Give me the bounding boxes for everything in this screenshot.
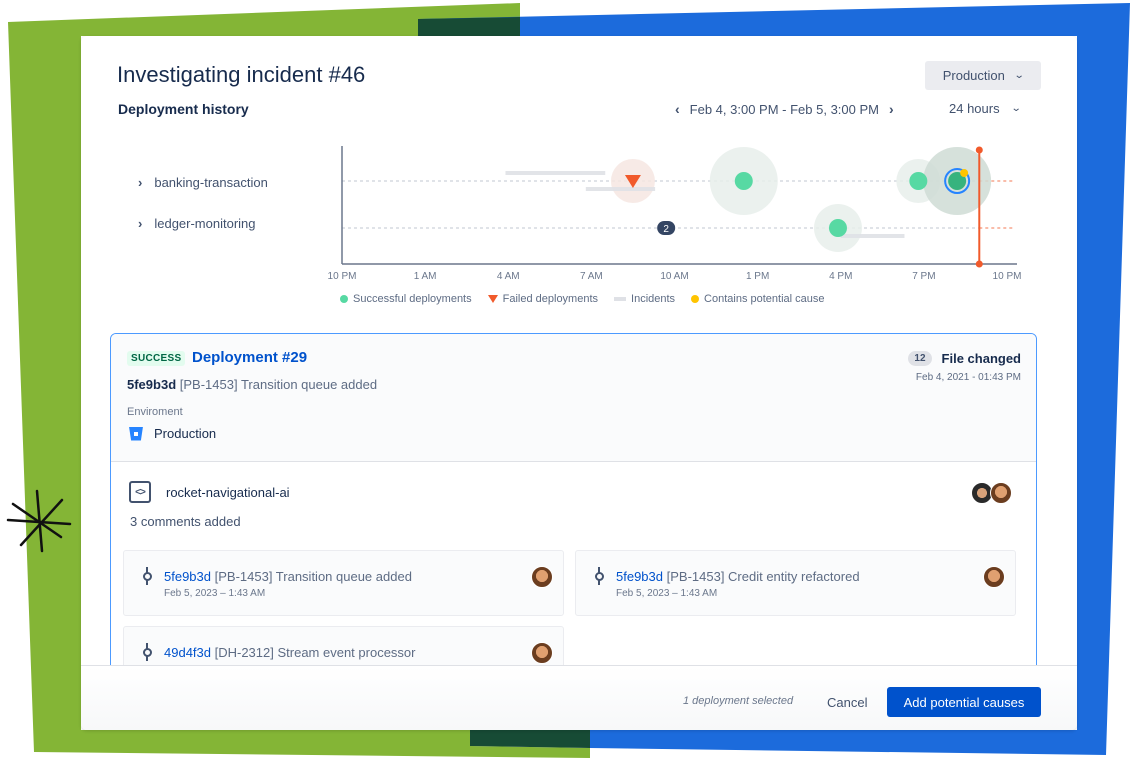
commit-card[interactable]: 5fe9b3d [PB-1453] Credit entity refactor…: [575, 550, 1016, 616]
status-badge: SUCCESS: [127, 351, 186, 366]
commit-date: Feb 5, 2023 – 1:43 AM: [164, 588, 266, 599]
x-tick-label: 4 PM: [829, 271, 852, 282]
deployment-summary: SUCCESS Deployment #29 5fe9b3d [PB-1453]…: [111, 334, 1036, 462]
dark-overlap-top: [418, 17, 520, 36]
x-tick-label: 10 PM: [328, 271, 357, 282]
commit-message: [DH-2312] Stream event processor: [211, 645, 416, 660]
deployment-success-point: [828, 219, 847, 237]
commit-message: [PB-1453] Transition queue added: [179, 377, 378, 392]
commit-card[interactable]: 5fe9b3d [PB-1453] Transition queue added…: [123, 550, 564, 616]
avatar: [531, 566, 553, 588]
x-tick-label: 10 AM: [660, 271, 688, 282]
incident-bar: [585, 187, 656, 191]
add-potential-causes-button[interactable]: Add potential causes: [887, 687, 1041, 717]
incident-bar-icon: [614, 297, 627, 301]
deployment-detail-panel[interactable]: SUCCESS Deployment #29 5fe9b3d [PB-1453]…: [110, 333, 1037, 693]
incident-bar: [840, 234, 905, 238]
deployment-commit: 5fe9b3d [PB-1453] Transition queue added: [127, 377, 377, 392]
potential-cause-dot-icon: [691, 295, 700, 303]
deployment-success-point: [909, 172, 928, 190]
deployment-chart: 10 PM 1 AM 4 AM 7 AM 10 AM 1 PM 4 PM 7 PM 10 PM 2: [328, 146, 1022, 282]
repository: <> rocket-navigational-ai: [129, 481, 290, 503]
repository-name: rocket-navigational-ai: [166, 484, 290, 500]
commit-hash-link[interactable]: 5fe9b3d: [616, 569, 663, 584]
files-changed-date: Feb 4, 2021 - 01:43 PM: [915, 372, 1021, 383]
success-dot-icon: [340, 295, 348, 303]
x-tick-label: 7 PM: [912, 271, 935, 282]
x-tick-label: 7 AM: [580, 271, 603, 282]
x-tick-label: 4 AM: [497, 271, 520, 282]
git-commit-icon: [142, 567, 152, 585]
current-time-top-dot: [975, 146, 983, 154]
legend-item-success: Successful deployments: [340, 293, 472, 305]
commit-message: [PB-1453] Transition queue added: [211, 569, 412, 584]
potential-cause-point: [960, 169, 969, 177]
commit-hash-link[interactable]: 5fe9b3d: [164, 569, 211, 584]
environment-label: Enviroment: [127, 406, 183, 418]
incident-modal: Investigating incident #46 Deployment hi…: [81, 36, 1077, 730]
failed-triangle-icon: [487, 295, 498, 303]
deployment-success-point: [734, 172, 753, 190]
avatar: [990, 482, 1012, 504]
legend-item-incidents: Incidents: [614, 293, 675, 305]
dark-overlap-bottom: [470, 730, 590, 748]
files-changed: 12 File changed: [908, 351, 1021, 366]
git-commit-icon: [142, 643, 152, 661]
x-tick-label: 10 PM: [993, 271, 1022, 282]
avatar: [531, 642, 553, 664]
cancel-button[interactable]: Cancel: [819, 688, 875, 717]
deployment-cluster-count: 2: [663, 224, 669, 235]
commit-hash-link[interactable]: 49d4f3d: [164, 645, 211, 660]
comments-count: 3 comments added: [130, 514, 241, 529]
x-tick-label: 1 AM: [414, 271, 437, 282]
code-icon: <>: [129, 481, 151, 503]
current-time-bottom-dot: [975, 260, 983, 268]
legend-item-failed: Failed deployments: [487, 293, 598, 305]
commit-date: Feb 5, 2023 – 1:43 AM: [616, 588, 718, 599]
x-tick-label: 1 PM: [746, 271, 769, 282]
files-changed-label: File changed: [941, 351, 1021, 366]
selection-status: 1 deployment selected: [683, 695, 794, 707]
git-commit-icon: [594, 567, 604, 585]
commit-message: [PB-1453] Credit entity refactored: [663, 569, 860, 584]
chart-legend: Successful deployments Failed deployment…: [340, 293, 825, 305]
bitbucket-icon: [129, 426, 143, 441]
legend-item-potential-cause: Contains potential cause: [691, 293, 825, 305]
environment-value: Production: [129, 426, 216, 441]
deployment-title-link[interactable]: Deployment #29: [192, 349, 307, 366]
avatar: [983, 566, 1005, 588]
incident-bar: [505, 171, 606, 175]
avatar-group: [971, 482, 1012, 504]
files-count-badge: 12: [908, 351, 932, 366]
commit-hash: 5fe9b3d: [127, 377, 177, 392]
modal-footer: 1 deployment selected Cancel Add potenti…: [81, 665, 1077, 730]
